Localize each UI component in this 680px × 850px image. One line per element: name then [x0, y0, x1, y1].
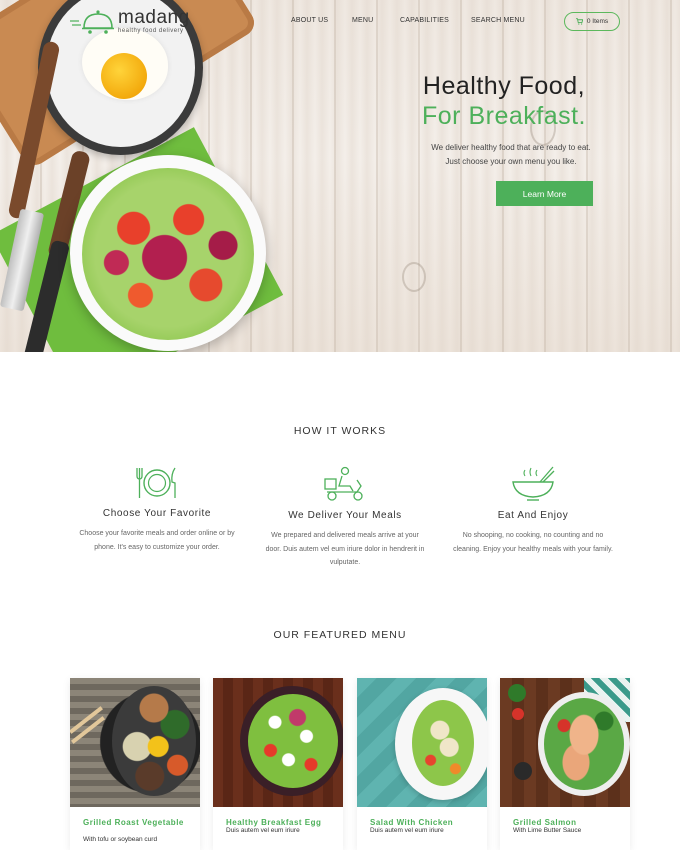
hero-title-line2: For Breakfast. — [422, 102, 586, 130]
step-choose: Choose Your Favorite Choose your favorit… — [77, 466, 237, 554]
salad-image — [82, 168, 254, 340]
hero-description: We deliver healthy food that are ready t… — [431, 143, 591, 166]
plate-cutlery-icon — [136, 467, 176, 498]
cart-button[interactable]: 0 Items — [564, 12, 620, 31]
chicken-salad-image — [357, 678, 487, 807]
breakfast-egg-image — [213, 678, 343, 807]
step-title: Choose Your Favorite — [102, 508, 212, 519]
menu-item-subtitle: With tofu or soybean curd — [83, 836, 158, 843]
menu-card[interactable]: Grilled Salmon With Lime Butter Sauce — [500, 678, 630, 850]
step-text: No shooping, no cooking, no counting and… — [453, 532, 613, 553]
menu-item-name: Healthy Breakfast Egg — [226, 818, 322, 827]
step-title: We Deliver Your Meals — [288, 510, 402, 521]
menu-card[interactable]: Salad With Chicken Duis autem vel eum ir… — [357, 678, 487, 850]
brand-tagline: healthy food delivery — [118, 27, 184, 34]
menu-item-subtitle: Duis autem vel eum iriure — [370, 827, 444, 834]
menu-card[interactable]: Healthy Breakfast Egg Duis autem vel eum… — [213, 678, 343, 850]
menu-card[interactable]: Grilled Roast Vegetable With tofu or soy… — [70, 678, 200, 850]
wood-knot — [402, 262, 426, 292]
menu-item-subtitle: Duis autem vel eum iriure — [226, 827, 300, 834]
nav-about-us[interactable]: ABOUT US — [291, 17, 328, 24]
hero-section: madang healthy food delivery ABOUT US ME… — [0, 0, 680, 352]
step-title: Eat And Enjoy — [497, 510, 569, 521]
menu-item-name: Salad With Chicken — [370, 818, 454, 827]
step-enjoy: Eat And Enjoy No shooping, no cooking, n… — [453, 466, 613, 556]
menu-item-name: Grilled Salmon — [513, 818, 577, 827]
nav-menu[interactable]: MENU — [352, 17, 373, 24]
learn-more-button[interactable]: Learn More — [496, 181, 593, 206]
cart-icon — [575, 18, 583, 25]
featured-menu-title: OUR FEATURED MENU — [273, 629, 407, 641]
step-deliver: We Deliver Your Meals We prepared and de… — [265, 466, 425, 570]
hero-title-line1: Healthy Food, — [422, 72, 586, 100]
step-text: We prepared and delivered meals arrive a… — [265, 532, 425, 566]
step-text: Choose your favorite meals and order onl… — [79, 530, 235, 551]
menu-item-subtitle: With Lime Butter Sauce — [513, 827, 582, 834]
delivery-scooter-icon — [324, 466, 363, 501]
cart-count: 0 Items — [586, 18, 609, 25]
menu-item-name: Grilled Roast Vegetable — [83, 818, 184, 827]
bowl-chopsticks-icon — [512, 466, 555, 501]
how-it-works-title: HOW IT WORKS — [293, 425, 387, 437]
nav-capabilities[interactable]: CAPABILITIES — [400, 17, 449, 24]
nav-search-menu[interactable]: SEARCH MENU — [471, 17, 525, 24]
egg-yolk — [101, 53, 147, 99]
grilled-vegetable-image — [70, 678, 200, 807]
grilled-salmon-image — [500, 678, 630, 807]
